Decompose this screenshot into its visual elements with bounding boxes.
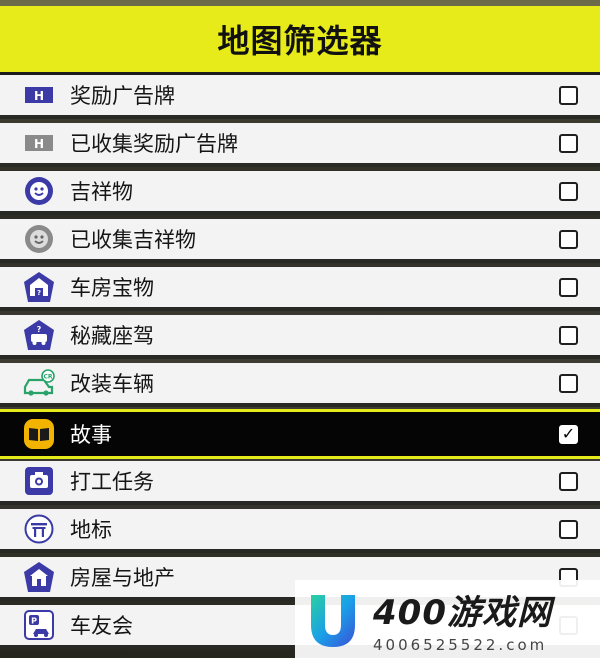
filter-checkbox[interactable]: [559, 277, 578, 297]
svg-text:H: H: [34, 137, 44, 151]
page-title: 地图筛选器: [217, 22, 383, 60]
filter-checkbox-checked[interactable]: ✓: [559, 424, 578, 444]
svg-text:P: P: [31, 617, 37, 626]
story-book-icon: [21, 416, 57, 452]
map-filter-header: 地图筛选器: [0, 6, 600, 75]
tuned-car-icon: CR: [21, 365, 57, 401]
filter-row-story[interactable]: 故事 ✓: [0, 409, 600, 459]
filter-row-tuned-cars[interactable]: CR 改装车辆: [0, 363, 600, 407]
filter-checkbox[interactable]: [559, 373, 578, 393]
filter-label: 已收集奖励广告牌: [70, 132, 238, 156]
filter-label: 奖励广告牌: [70, 84, 175, 108]
filter-label: 地标: [70, 518, 112, 542]
svg-text:CR: CR: [43, 374, 52, 381]
site-logo-icon: [301, 587, 365, 651]
filter-label: 吉祥物: [70, 180, 133, 204]
filter-row-billboards[interactable]: H 奖励广告牌: [0, 75, 600, 119]
filter-checkbox[interactable]: [559, 229, 578, 249]
filter-label: 打工任务: [70, 470, 154, 494]
landmark-icon: [21, 511, 57, 547]
filter-label: 已收集吉祥物: [70, 228, 196, 252]
watermark-title: 400游戏网: [373, 592, 552, 633]
filter-label: 车房宝物: [70, 276, 154, 300]
barn-find-icon: ?: [21, 269, 57, 305]
filter-row-barn-finds[interactable]: ? 车房宝物: [0, 267, 600, 311]
treasure-car-icon: ?: [21, 317, 57, 353]
filter-checkbox[interactable]: [559, 133, 578, 153]
job-camera-icon: [21, 463, 57, 499]
filter-row-landmarks[interactable]: 地标: [0, 509, 600, 553]
filter-label: 改装车辆: [70, 372, 154, 396]
site-watermark: 400游戏网 4006525522.com: [295, 580, 600, 658]
svg-text:H: H: [34, 89, 44, 103]
filter-checkbox[interactable]: [559, 181, 578, 201]
svg-text:?: ?: [37, 325, 42, 334]
svg-text:?: ?: [37, 289, 41, 297]
collected-mascot-icon: [21, 221, 57, 257]
filter-row-collected-billboards[interactable]: H 已收集奖励广告牌: [0, 123, 600, 167]
filter-row-mascots[interactable]: 吉祥物: [0, 171, 600, 215]
mascot-icon: [21, 173, 57, 209]
filter-checkbox[interactable]: [559, 471, 578, 491]
car-club-icon: P: [21, 607, 57, 643]
filter-row-treasure-cars[interactable]: ? 秘藏座驾: [0, 315, 600, 359]
filter-label: 故事: [70, 423, 112, 447]
filter-checkbox[interactable]: [559, 85, 578, 105]
billboard-icon: H: [21, 77, 57, 113]
filter-checkbox[interactable]: [559, 325, 578, 345]
house-icon: [21, 559, 57, 595]
filter-row-collected-mascots[interactable]: 已收集吉祥物: [0, 219, 600, 263]
filter-row-jobs[interactable]: 打工任务: [0, 461, 600, 505]
watermark-subtitle: 4006525522.com: [373, 635, 548, 654]
filter-checkbox[interactable]: [559, 519, 578, 539]
collected-billboard-icon: H: [21, 125, 57, 161]
filter-label: 秘藏座驾: [70, 324, 154, 348]
